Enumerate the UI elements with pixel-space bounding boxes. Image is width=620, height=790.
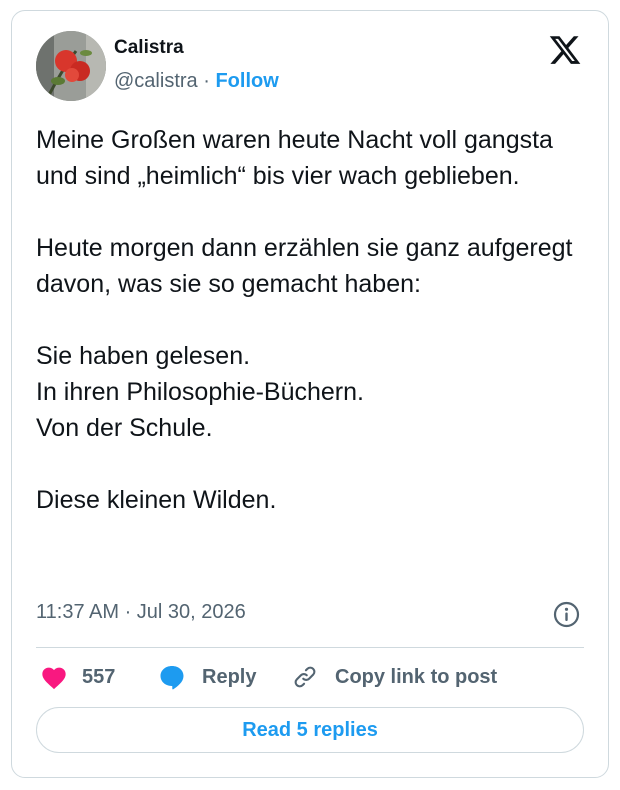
link-icon <box>291 663 319 691</box>
handle-separator: · <box>203 70 210 92</box>
heart-icon <box>40 664 68 690</box>
action-bar: 557 Reply Copy link to post <box>36 660 584 694</box>
reply-label: Reply <box>202 665 257 688</box>
x-logo-icon[interactable] <box>548 33 582 67</box>
author-name[interactable]: Calistra <box>114 37 184 59</box>
follow-button[interactable]: Follow <box>215 70 278 92</box>
like-count: 557 <box>82 665 116 688</box>
post-text: Meine Großen waren heute Nacht voll gang… <box>36 126 573 514</box>
divider <box>36 647 584 648</box>
handle-row: @calistra · Follow <box>114 70 279 93</box>
like-button[interactable]: 557 <box>40 660 115 694</box>
info-icon[interactable] <box>553 601 580 628</box>
copy-link-label: Copy link to post <box>335 665 498 688</box>
copy-link-button[interactable]: Copy link to post <box>291 660 497 694</box>
reply-button[interactable]: Reply <box>158 660 256 694</box>
speech-bubble-icon <box>158 663 186 691</box>
avatar[interactable] <box>36 31 106 101</box>
post-timestamp[interactable]: 11:37 AM · Jul 30, 2026 <box>36 601 246 624</box>
read-replies-button[interactable]: Read 5 replies <box>36 707 584 753</box>
author-handle[interactable]: @calistra <box>114 70 198 92</box>
